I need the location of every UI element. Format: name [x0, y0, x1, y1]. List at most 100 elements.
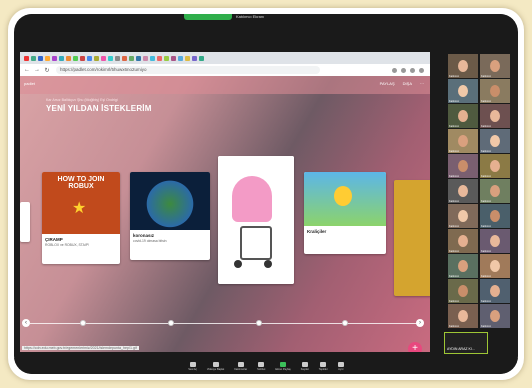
browser-tab-icon[interactable] [31, 55, 36, 61]
participant-tile[interactable]: Katılımcı [448, 129, 478, 153]
participant-tile[interactable]: Katılımcı [480, 54, 510, 78]
browser-tab-icon[interactable] [87, 55, 92, 61]
browser-tab-icon[interactable] [178, 55, 183, 61]
participant-face [458, 160, 468, 172]
post-card[interactable]: koronasız covid-19 olmasa bitsin [130, 172, 210, 260]
browser-tab-icon[interactable] [157, 55, 162, 61]
participant-face [490, 185, 500, 197]
participant-name: Katılımcı [481, 250, 492, 253]
padlet-author: Kar Arsız Ballıkçızı Şhu (Moğlbiş) Eşl O… [46, 98, 118, 102]
extension-icon[interactable] [392, 67, 397, 73]
browser-tab-icon[interactable] [115, 55, 120, 61]
participant-name: Katılımcı [449, 175, 460, 178]
participant-name: Katılımcı [449, 250, 460, 253]
browser-tab-icon[interactable] [122, 55, 127, 61]
participant-face [490, 235, 500, 247]
zoom-toolbar-button[interactable]: Ayrıl [337, 361, 344, 371]
back-icon[interactable]: ← [24, 67, 30, 73]
zoom-toolbar-button[interactable]: Katılımcılar [234, 361, 247, 371]
participant-tile[interactable]: Katılımcı [480, 179, 510, 203]
zoom-toolbar: Sesi Aç Videoyu Başlat Katılımcılar Sohbet E… [14, 358, 518, 374]
toolbar-icon [320, 361, 327, 367]
timeline: ‹ › [20, 319, 430, 329]
post-card[interactable]: Kraliçiler [304, 172, 386, 254]
active-speaker-tile[interactable]: AYDIN ARAZ KI... [444, 332, 488, 354]
card-subtitle: ROBLOX ve ROBUX, STAIP! [45, 243, 90, 247]
participant-tile[interactable]: Katılımcı [448, 104, 478, 128]
participant-tile[interactable]: Katılımcı [448, 204, 478, 228]
participant-tile[interactable]: Katılımcı [448, 79, 478, 103]
browser-tab-icon[interactable] [101, 55, 106, 61]
zoom-toolbar-button[interactable]: Tepkiler [319, 361, 328, 371]
reload-icon[interactable]: ↻ [44, 67, 50, 74]
browser-tab-icon[interactable] [192, 55, 197, 61]
menu-icon[interactable] [419, 67, 424, 73]
participant-tile[interactable]: Katılımcı [480, 204, 510, 228]
timeline-dot[interactable] [342, 320, 348, 326]
browser-tab-icon[interactable] [59, 55, 64, 61]
browser-tab-icon[interactable] [45, 55, 50, 61]
browser-tab-icon[interactable] [38, 55, 43, 61]
participant-tile[interactable]: Katılımcı [448, 54, 478, 78]
participant-name: Katılımcı [449, 100, 460, 103]
participant-tile[interactable]: Katılımcı [480, 79, 510, 103]
browser-tab-icon[interactable] [24, 55, 29, 61]
participant-face [490, 85, 500, 97]
zoom-toolbar-button[interactable]: Sohbet [257, 361, 265, 371]
participant-tile[interactable]: Katılımcı [448, 254, 478, 278]
star-icon[interactable] [401, 67, 406, 73]
zoom-window: Katılımcı Ekranı ← → ↻ https://padlet.co… [14, 14, 518, 374]
browser-tab-icon[interactable] [66, 55, 71, 61]
zoom-toolbar-button[interactable]: Kaydet [301, 361, 309, 371]
action-more[interactable]: ⋯ [420, 81, 424, 86]
profile-icon[interactable] [410, 67, 415, 73]
browser-tab-icon[interactable] [136, 55, 141, 61]
post-card[interactable]: HOW TO JOIN ROBUX ★ ÇIRAMP ROBLOX ve ROB… [42, 172, 120, 264]
participant-tile[interactable]: Katılımcı [448, 229, 478, 253]
zoom-toolbar-button[interactable]: Sesi Aç [188, 361, 197, 371]
participant-tile[interactable]: Katılımcı [480, 104, 510, 128]
participant-tile[interactable]: Katılımcı [480, 154, 510, 178]
browser-tab-icon[interactable] [199, 55, 204, 61]
zoom-toolbar-button[interactable]: Videoyu Başlat [207, 361, 224, 371]
forward-icon[interactable]: → [34, 67, 40, 73]
browser-tab-icon[interactable] [52, 55, 57, 61]
participant-tile[interactable]: Katılımcı [448, 179, 478, 203]
browser-tab-icon[interactable] [164, 55, 169, 61]
browser-tab-icon[interactable] [129, 55, 134, 61]
next-arrow-icon[interactable]: › [416, 319, 424, 327]
toolbar-icon [237, 361, 244, 367]
participant-tile[interactable]: Katılımcı [480, 129, 510, 153]
browser-tab-icon[interactable] [73, 55, 78, 61]
participant-tile[interactable]: Katılımcı [480, 254, 510, 278]
participant-face [458, 310, 468, 322]
browser-tab-icon[interactable] [108, 55, 113, 61]
participant-face [490, 135, 500, 147]
screen-share-indicator[interactable] [184, 14, 232, 20]
timeline-dot[interactable] [256, 320, 262, 326]
add-post-button[interactable]: + [408, 342, 422, 352]
participant-tile[interactable]: Katılımcı [448, 154, 478, 178]
action-share[interactable]: PAYLAŞ [380, 81, 395, 86]
participant-tile[interactable]: Katılımcı [480, 279, 510, 303]
browser-tab-icon[interactable] [185, 55, 190, 61]
participant-tile[interactable]: Katılımcı [448, 279, 478, 303]
participant-tile[interactable]: Katılımcı [480, 229, 510, 253]
timeline-dot[interactable] [80, 320, 86, 326]
zoom-toolbar-button[interactable]: Ekran Paylaş [275, 361, 291, 371]
browser-tab-icon[interactable] [143, 55, 148, 61]
participant-tile[interactable]: Katılımcı [480, 304, 510, 328]
browser-tab-icon[interactable] [80, 55, 85, 61]
action-export[interactable]: DIŞA [403, 81, 412, 86]
browser-tab-icon[interactable] [171, 55, 176, 61]
url-input[interactable]: https://padlet.com/rokimrl/5huwx6no2umiy… [56, 66, 320, 74]
participant-face [458, 235, 468, 247]
browser-tab-icon[interactable] [94, 55, 99, 61]
partial-card[interactable] [20, 202, 30, 242]
participant-tile[interactable]: Katılımcı [448, 304, 478, 328]
partial-card[interactable] [394, 180, 430, 296]
post-card[interactable] [218, 156, 294, 284]
browser-tab-icon[interactable] [150, 55, 155, 61]
prev-arrow-icon[interactable]: ‹ [22, 319, 30, 327]
timeline-dot[interactable] [168, 320, 174, 326]
